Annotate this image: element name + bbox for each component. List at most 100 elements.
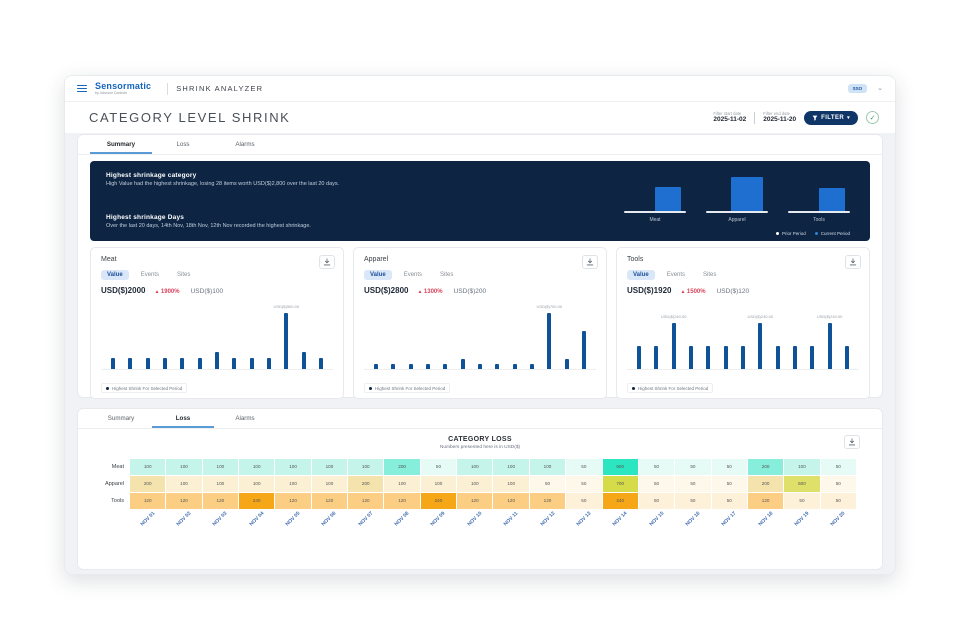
- heatmap-cell[interactable]: 100: [348, 459, 383, 475]
- heatmap-cell[interactable]: 200: [348, 476, 383, 492]
- heatmap-cell[interactable]: 100: [130, 459, 165, 475]
- tab-summary[interactable]: Summary: [90, 135, 152, 154]
- category-card-apparel: ApparelValueEventsSitesUSD($)2800▲1300%U…: [353, 247, 607, 399]
- tab-alarms[interactable]: Alarms: [214, 409, 276, 428]
- heatmap-cell[interactable]: 100: [275, 476, 310, 492]
- download-button[interactable]: [845, 255, 861, 269]
- pill-value[interactable]: Value: [627, 270, 655, 280]
- heatmap-cell[interactable]: 100: [239, 459, 274, 475]
- heatmap-cell[interactable]: 50: [712, 493, 747, 509]
- date-tick: NOV 13: [566, 510, 601, 536]
- heatmap-cell[interactable]: 240: [421, 493, 456, 509]
- tab-loss[interactable]: Loss: [152, 135, 214, 154]
- heatmap-cell[interactable]: 100: [312, 476, 347, 492]
- heatmap-cell[interactable]: 100: [421, 476, 456, 492]
- heatmap-cell[interactable]: 100: [493, 476, 528, 492]
- pill-events[interactable]: Events: [398, 270, 428, 280]
- heatmap-cell[interactable]: 50: [566, 493, 601, 509]
- app-title: SHRINK ANALYZER: [176, 84, 263, 93]
- filter-button[interactable]: FILTER ▾: [804, 111, 858, 125]
- heatmap-cell[interactable]: 50: [566, 459, 601, 475]
- heatmap-cell[interactable]: 120: [384, 493, 419, 509]
- tab-summary[interactable]: Summary: [90, 409, 152, 428]
- heatmap-cell[interactable]: 120: [203, 493, 238, 509]
- change-percent-value: 1500%: [687, 289, 706, 295]
- heatmap-cell[interactable]: 120: [348, 493, 383, 509]
- heatmap-cell[interactable]: 500: [784, 476, 819, 492]
- heatmap-cell[interactable]: 200: [384, 459, 419, 475]
- heatmap-cell[interactable]: 100: [457, 476, 492, 492]
- pill-sites[interactable]: Sites: [697, 270, 722, 280]
- tab-loss[interactable]: Loss: [152, 409, 214, 428]
- check-circle-icon[interactable]: ✓: [866, 111, 879, 124]
- heatmap-cell[interactable]: 50: [675, 493, 710, 509]
- heatmap-cell[interactable]: 100: [203, 459, 238, 475]
- pill-sites[interactable]: Sites: [171, 270, 196, 280]
- heatmap-cell[interactable]: 100: [384, 476, 419, 492]
- pill-events[interactable]: Events: [135, 270, 165, 280]
- heatmap-cell[interactable]: 100: [457, 459, 492, 475]
- heatmap-cell[interactable]: 50: [821, 476, 856, 492]
- arrow-up-icon: ▲: [417, 289, 422, 295]
- heatmap-cell[interactable]: 120: [130, 493, 165, 509]
- heatmap-cell[interactable]: 50: [566, 476, 601, 492]
- heatmap-cell[interactable]: 200: [748, 459, 783, 475]
- heatmap-cell[interactable]: 240: [239, 493, 274, 509]
- heatmap-cell[interactable]: 100: [530, 459, 565, 475]
- pill-value[interactable]: Value: [364, 270, 392, 280]
- menu-icon[interactable]: [77, 85, 87, 93]
- date-tick: NOV 20: [821, 510, 856, 536]
- pill-sites[interactable]: Sites: [434, 270, 459, 280]
- heatmap-cell[interactable]: 200: [748, 476, 783, 492]
- heatmap-cell[interactable]: 50: [675, 459, 710, 475]
- heatmap-cell[interactable]: 50: [639, 476, 674, 492]
- heatmap-cell[interactable]: 240: [603, 493, 638, 509]
- heatmap-cell[interactable]: 120: [748, 493, 783, 509]
- heatmap-cell[interactable]: 100: [166, 476, 201, 492]
- heatmap-cell[interactable]: 100: [203, 476, 238, 492]
- pill-value[interactable]: Value: [101, 270, 129, 280]
- heatmap-cell[interactable]: 100: [275, 459, 310, 475]
- heatmap-cell[interactable]: 100: [239, 476, 274, 492]
- heatmap-cell[interactable]: 50: [639, 493, 674, 509]
- pill-events[interactable]: Events: [661, 270, 691, 280]
- heatmap-cell[interactable]: 120: [530, 493, 565, 509]
- heatmap-cell[interactable]: 100: [166, 459, 201, 475]
- chevron-down-icon[interactable]: ⌄: [877, 85, 883, 92]
- heatmap-cell[interactable]: 700: [603, 476, 638, 492]
- date-label: NOV 19: [794, 510, 811, 527]
- bar-slot: [654, 298, 658, 369]
- download-button[interactable]: [582, 255, 598, 269]
- heatmap-cell[interactable]: 120: [457, 493, 492, 509]
- heatmap-cell[interactable]: 120: [312, 493, 347, 509]
- heatmap-cell[interactable]: 120: [166, 493, 201, 509]
- heatmap-cell[interactable]: 50: [821, 459, 856, 475]
- heatmap-cell[interactable]: 50: [712, 459, 747, 475]
- tab-alarms[interactable]: Alarms: [214, 135, 276, 154]
- chart-legend: Highest Shrink For Selected Period: [364, 383, 450, 393]
- heatmap-cell[interactable]: 600: [603, 459, 638, 475]
- heatmap-cell[interactable]: 100: [493, 459, 528, 475]
- heatmap-cell[interactable]: 50: [421, 459, 456, 475]
- bar-slot: [319, 298, 323, 369]
- user-badge[interactable]: SSO: [848, 84, 868, 93]
- heatmap-cell[interactable]: 50: [712, 476, 747, 492]
- category-card-tools: ToolsValueEventsSitesUSD($)1920▲1500%USD…: [616, 247, 870, 399]
- heatmap-cell[interactable]: 50: [784, 493, 819, 509]
- heatmap-cell[interactable]: 120: [275, 493, 310, 509]
- heatmap-row-meat: Meat100100100100100100100200501001001005…: [78, 459, 882, 475]
- heatmap-cell[interactable]: 200: [130, 476, 165, 492]
- date-label: NOV 01: [139, 510, 156, 527]
- heatmap-cell[interactable]: 50: [675, 476, 710, 492]
- bar-slot: [793, 298, 797, 369]
- download-button[interactable]: [319, 255, 335, 269]
- heatmap-cell[interactable]: 100: [312, 459, 347, 475]
- heatmap-cell[interactable]: 50: [639, 459, 674, 475]
- download-button[interactable]: [844, 435, 860, 449]
- heatmap-cell[interactable]: 50: [530, 476, 565, 492]
- prior-value: USD($)200: [454, 288, 487, 295]
- heatmap-cell[interactable]: 120: [493, 493, 528, 509]
- heatmap-cell[interactable]: 100: [784, 459, 819, 475]
- banner-category-label: Tools: [788, 217, 850, 223]
- heatmap-cell[interactable]: 50: [821, 493, 856, 509]
